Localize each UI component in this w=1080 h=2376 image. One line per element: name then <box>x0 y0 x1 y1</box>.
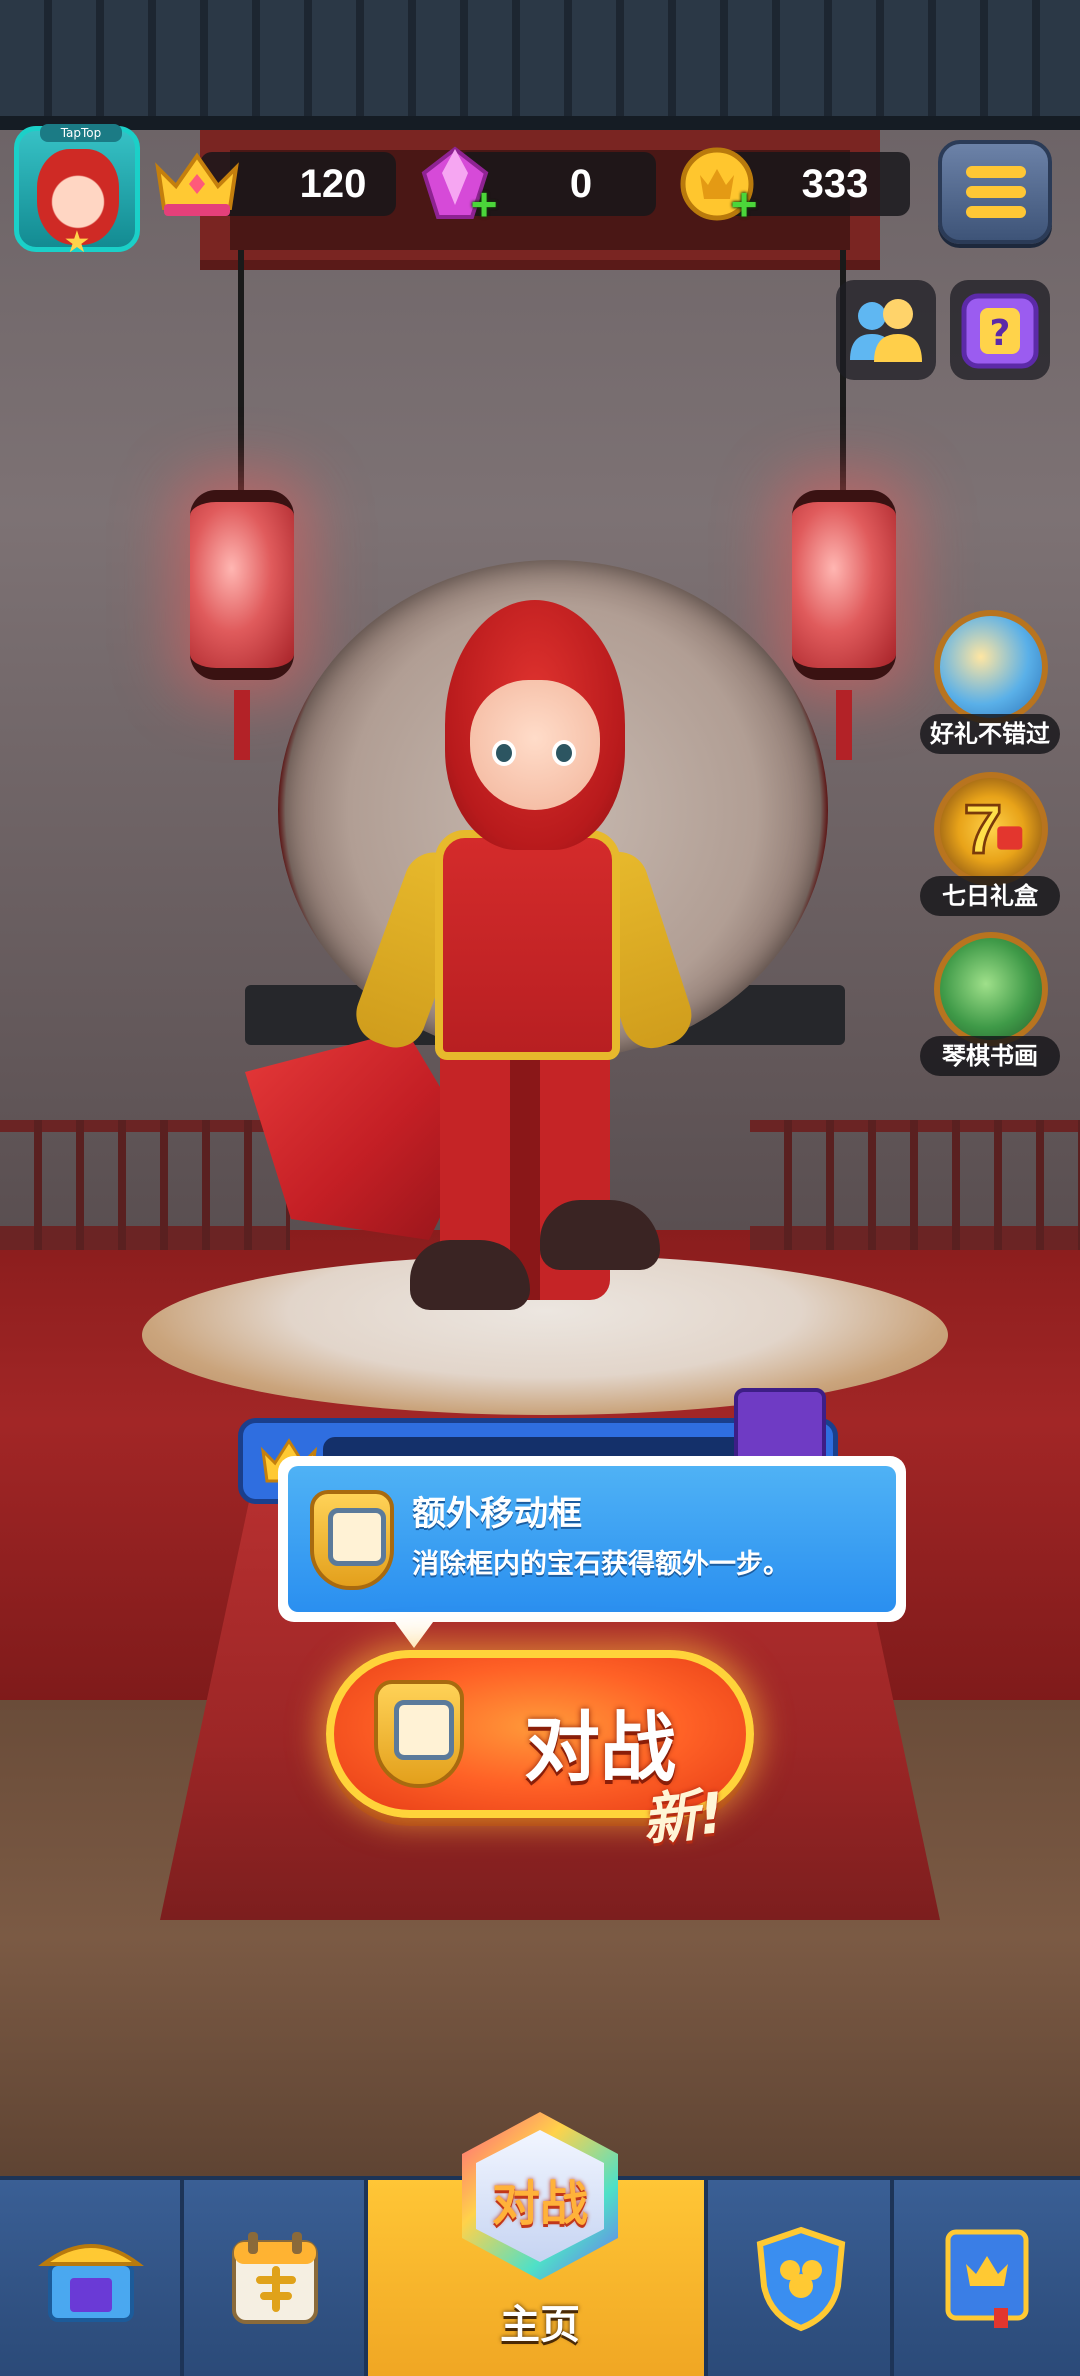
nav-tab-collection[interactable] <box>894 2180 1080 2376</box>
crown-book-icon <box>945 2229 1029 2328</box>
side-event-gifts[interactable]: 好礼不错过 <box>920 610 1060 760</box>
gem-count: 0 <box>569 162 593 206</box>
seven-digit-icon: 7 <box>962 789 1023 870</box>
tooltip-pointer <box>392 1618 436 1648</box>
character-face <box>470 680 600 810</box>
chess-painting-icon <box>934 932 1048 1046</box>
seven-day-gift-icon: 7 <box>934 772 1048 886</box>
team-shield-icon <box>756 2226 846 2332</box>
mystery-box-icon: ? <box>961 293 1039 369</box>
tooltip-description: 消除框内的宝石获得额外一步。 <box>412 1549 790 1580</box>
coin-count: 333 <box>801 162 869 206</box>
side-event-chess-painting[interactable]: 琴棋书画 <box>920 932 1060 1082</box>
booster-tooltip: 额外移动框 消除框内的宝石获得额外一步。 <box>278 1456 906 1622</box>
side-event-label: 琴棋书画 <box>920 1036 1060 1076</box>
add-gems-button[interactable]: + <box>466 181 502 227</box>
crown-count: 120 <box>299 162 367 206</box>
tooltip-title: 额外移动框 <box>412 1494 582 1534</box>
friends-icon <box>850 299 922 362</box>
shop-icon <box>38 2244 144 2322</box>
nav-home-label: 主页 <box>500 2302 580 2348</box>
character-eye-right <box>552 740 576 766</box>
tooltip-panel: 额外移动框 消除框内的宝石获得额外一步。 <box>288 1466 896 1612</box>
mystery-box-button[interactable]: ? <box>950 280 1050 380</box>
crown-icon <box>155 152 239 216</box>
railing-right <box>750 1120 1080 1250</box>
lantern-rope-left <box>238 250 244 490</box>
nav-tab-shop[interactable] <box>0 2180 184 2376</box>
side-event-seven-day[interactable]: 7 七日礼盒 <box>920 772 1060 922</box>
calendar-icon <box>232 2232 318 2324</box>
svg-text:?: ? <box>990 313 1011 354</box>
new-badge: 新! <box>639 1780 728 1855</box>
lantern-right <box>792 490 896 760</box>
menu-icon-line-1 <box>966 166 1026 178</box>
character-torso <box>435 830 620 1060</box>
player-character <box>240 600 700 1340</box>
menu-icon-line-3 <box>966 206 1026 218</box>
character-eye-left <box>492 740 516 766</box>
avatar-star-icon: ★ <box>63 225 91 260</box>
nav-home-badge-text: 对战 <box>491 2176 588 2232</box>
svg-text:7: 7 <box>964 790 1003 868</box>
avatar-tag: TapTop <box>40 124 122 142</box>
menu-icon-line-2 <box>966 186 1026 198</box>
temple-roof <box>0 0 1080 130</box>
nav-tab-team[interactable] <box>708 2180 894 2376</box>
extra-move-frame-icon <box>310 1490 394 1590</box>
side-event-label: 好礼不错过 <box>920 714 1060 754</box>
character-shoe-right <box>540 1200 660 1270</box>
extra-move-frame-icon <box>374 1680 464 1788</box>
add-coins-button[interactable]: + <box>726 181 762 227</box>
nav-tab-events[interactable] <box>184 2180 368 2376</box>
side-event-label: 七日礼盒 <box>920 876 1060 916</box>
friends-button[interactable] <box>836 280 936 380</box>
megaphone-gift-icon <box>934 610 1048 724</box>
main-menu-button[interactable] <box>938 140 1052 244</box>
